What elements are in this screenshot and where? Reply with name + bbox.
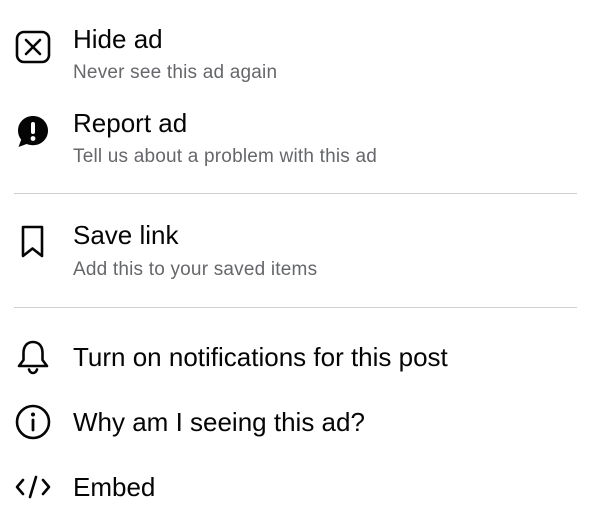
bell-icon <box>17 340 49 375</box>
ad-options-menu: Hide ad Never see this ad again Report a… <box>0 0 600 530</box>
save-link-subtitle: Add this to your saved items <box>73 259 318 280</box>
embed-item[interactable]: Embed <box>0 467 600 509</box>
hide-ad-item[interactable]: Hide ad Never see this ad again <box>0 18 600 90</box>
why-ad-item[interactable]: Why am I seeing this ad? <box>0 402 600 444</box>
notifications-title: Turn on notifications for this post <box>73 342 448 372</box>
menu-divider <box>14 193 577 194</box>
report-alert-icon <box>18 116 48 147</box>
why-ad-title: Why am I seeing this ad? <box>73 407 365 437</box>
notifications-item[interactable]: Turn on notifications for this post <box>0 337 600 379</box>
bookmark-icon <box>21 225 44 258</box>
hide-ad-title: Hide ad <box>73 24 163 54</box>
embed-title: Embed <box>73 472 156 502</box>
report-ad-subtitle: Tell us about a problem with this ad <box>73 146 377 167</box>
hide-ad-subtitle: Never see this ad again <box>73 62 278 83</box>
report-ad-item[interactable]: Report ad Tell us about a problem with t… <box>0 102 600 174</box>
save-link-title: Save link <box>73 220 179 250</box>
menu-divider <box>14 307 577 308</box>
save-link-item[interactable]: Save link Add this to your saved items <box>0 214 600 286</box>
info-icon <box>15 404 51 440</box>
close-box-icon <box>15 30 51 64</box>
report-ad-title: Report ad <box>73 108 188 138</box>
code-icon <box>15 475 51 499</box>
